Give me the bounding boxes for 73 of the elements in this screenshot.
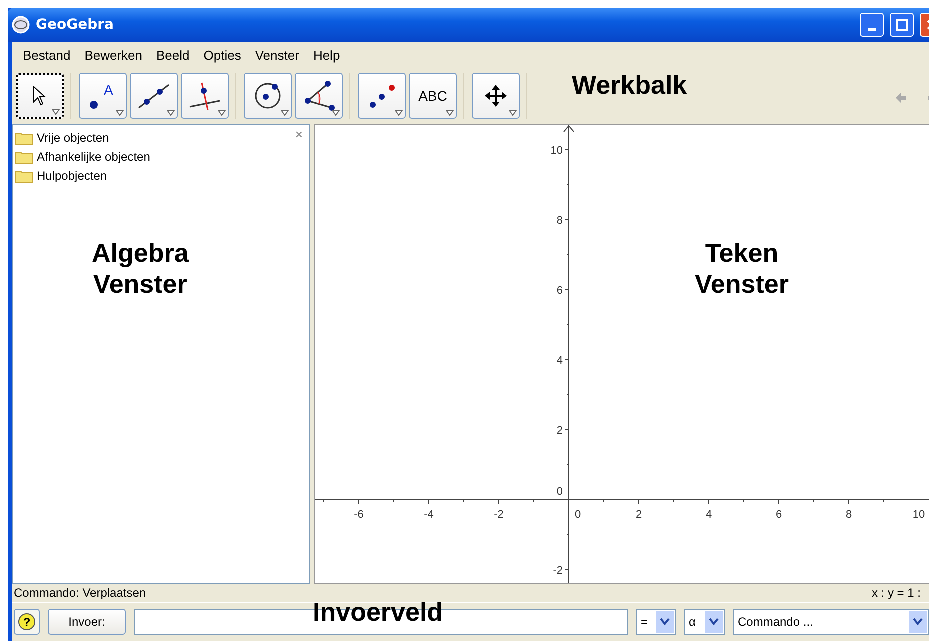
tool-button[interactable]	[295, 73, 343, 119]
annotation-label: Invoerveld	[313, 597, 444, 628]
axis-label: -2	[553, 565, 563, 577]
dropdown-triangle-icon	[446, 110, 454, 116]
chevron-down-icon	[709, 618, 719, 626]
move-arrows-icon	[484, 84, 508, 108]
circle-icon	[253, 81, 283, 111]
axis-label: 6	[776, 509, 782, 521]
axis-label: -6	[354, 509, 364, 521]
annotation-label: Algebra Venster	[92, 238, 189, 300]
dropdown-triangle-icon	[509, 110, 517, 116]
annotation-label: Werkbalk	[572, 70, 688, 102]
menu-item[interactable]: Venster	[248, 48, 306, 62]
command-dropdown[interactable]: Commando ...	[733, 609, 929, 635]
tool-button[interactable]	[181, 73, 229, 119]
window-title: GeoGebra	[36, 17, 115, 33]
menu-item[interactable]: Bewerken	[78, 48, 150, 62]
folder-icon	[15, 150, 33, 164]
greek-dropdown[interactable]: α	[684, 609, 725, 635]
chevron-down-icon	[660, 618, 670, 626]
axis-label: 2	[636, 509, 642, 521]
tree-item[interactable]: Hulpobjecten	[37, 169, 108, 183]
symbol-dropdown[interactable]: =	[636, 609, 676, 635]
maximize-button[interactable]	[890, 13, 914, 37]
menu-item[interactable]: Opties	[196, 48, 248, 62]
perpendicular-lines-icon	[188, 81, 222, 111]
axis-label: 10	[912, 509, 926, 521]
dropdown-triangle-icon	[281, 110, 289, 116]
axis-label: 0	[556, 486, 563, 498]
axis-label: 0	[575, 509, 582, 521]
dropdown-triangle-icon	[52, 109, 60, 115]
axis-label: 6	[556, 285, 563, 297]
axis-label: 8	[556, 215, 563, 227]
tree-item[interactable]: Vrije objecten	[37, 131, 110, 145]
menu-item[interactable]: Beeld	[150, 48, 197, 62]
axis-label: 10	[550, 145, 563, 157]
input-button[interactable]: Invoer:	[48, 609, 126, 635]
minimize-icon	[868, 28, 876, 30]
menu-item[interactable]: Bestand	[16, 48, 78, 62]
annotation-label: Teken Venster	[695, 238, 789, 300]
dropdown-triangle-icon	[116, 110, 124, 116]
folder-icon	[15, 132, 33, 144]
status-text: Commando: Verplaatsen	[14, 586, 146, 600]
minimize-button[interactable]	[860, 13, 884, 37]
maximize-icon	[896, 19, 908, 31]
axis-label: -2	[494, 509, 504, 521]
axis-label: 8	[846, 509, 852, 521]
chevron-down-icon	[913, 618, 923, 626]
dropdown-triangle-icon	[395, 110, 403, 116]
dropdown-triangle-icon	[218, 110, 226, 116]
app-icon	[12, 16, 30, 34]
angle-icon	[302, 81, 336, 111]
close-icon[interactable]: ×	[295, 127, 303, 142]
tree-item[interactable]: Afhankelijke objecten	[37, 150, 150, 164]
folder-icon	[15, 170, 33, 182]
arrow-cursor-icon	[33, 86, 47, 106]
question-icon: ?	[18, 613, 36, 631]
tool-button[interactable]: ABC	[409, 73, 457, 119]
help-button[interactable]: ?	[14, 609, 40, 635]
axis-label: 4	[556, 355, 563, 367]
tool-button[interactable]	[130, 73, 178, 119]
dropdown-triangle-icon	[167, 110, 175, 116]
menu-item[interactable]: Help	[306, 48, 348, 62]
axis-label: 2	[556, 425, 563, 437]
tool-button[interactable]	[244, 73, 292, 119]
tool-button[interactable]: A	[79, 73, 127, 119]
coordinate-ratio: x : y = 1 :	[872, 586, 921, 600]
axis-label: 4	[706, 509, 712, 521]
tool-button[interactable]	[472, 73, 520, 119]
tool-button[interactable]	[358, 73, 406, 119]
axis-label: -4	[424, 509, 434, 521]
dropdown-triangle-icon	[332, 110, 340, 116]
tool-button[interactable]	[16, 73, 64, 119]
